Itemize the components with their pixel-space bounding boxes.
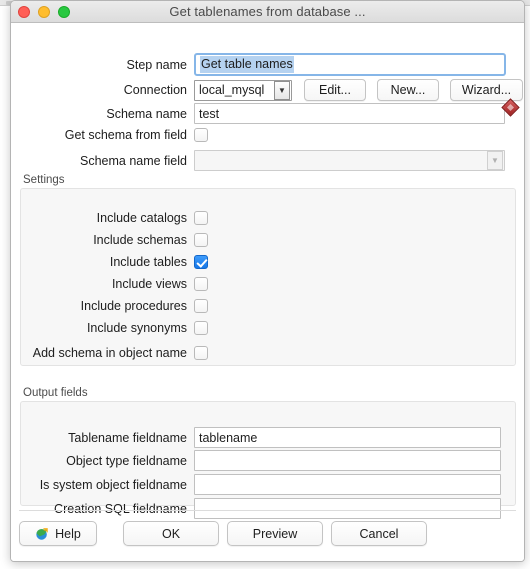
object-type-fieldname-input[interactable] — [194, 450, 501, 471]
footer-button-bar: Help OK Preview Cancel — [11, 521, 524, 561]
tablename-fieldname-value: tablename — [199, 430, 258, 445]
step-name-row: Step name Get table names — [11, 53, 506, 76]
include-views-checkbox[interactable] — [194, 277, 208, 291]
creation-sql-fieldname-input[interactable] — [194, 498, 501, 519]
settings-group-title: Settings — [23, 174, 65, 186]
dialog-window: Get tablenames from database ... Step na… — [10, 0, 525, 562]
screen: Get tablenames from database ... Step na… — [0, 0, 530, 569]
help-button[interactable]: Help — [19, 521, 97, 546]
output-row-is-system-object: Is system object fieldname — [11, 474, 501, 495]
step-name-value: Get table names — [200, 56, 294, 73]
ok-button[interactable]: OK — [123, 521, 219, 546]
include-synonyms-checkbox[interactable] — [194, 321, 208, 335]
schema-name-label: Schema name — [106, 106, 187, 121]
schema-name-field-row: Schema name field ▼ — [11, 150, 505, 171]
connection-value: local_mysql — [199, 83, 265, 97]
get-schema-from-field-label: Get schema from field — [64, 128, 187, 142]
window-title: Get tablenames from database ... — [169, 4, 366, 19]
include-procedures-checkbox[interactable] — [194, 299, 208, 313]
help-button-label: Help — [55, 526, 81, 541]
tablename-fieldname-input[interactable]: tablename — [194, 427, 501, 448]
get-schema-from-field-row: Get schema from field — [11, 128, 208, 142]
footer-divider — [19, 510, 516, 511]
step-name-input[interactable]: Get table names — [194, 53, 506, 76]
creation-sql-fieldname-label: Creation SQL fieldname — [54, 501, 187, 516]
settings-row-add-schema-in-object-name: Add schema in object name — [11, 346, 208, 360]
get-schema-from-field-checkbox[interactable] — [194, 128, 208, 142]
connection-label: Connection — [123, 83, 187, 97]
settings-row-include-catalogs: Include catalogs — [11, 211, 208, 225]
include-views-label: Include views — [111, 277, 187, 291]
connection-dropdown[interactable]: local_mysql ▼ — [194, 79, 292, 101]
schema-name-field-label: Schema name field — [79, 153, 187, 168]
dialog-body: Step name Get table names Connection loc… — [11, 23, 524, 561]
schema-name-row: Schema name test — [11, 103, 505, 124]
include-tables-checkbox[interactable] — [194, 255, 208, 269]
add-schema-in-object-name-label: Add schema in object name — [32, 346, 187, 360]
is-system-object-fieldname-label: Is system object fieldname — [39, 477, 187, 492]
include-catalogs-checkbox[interactable] — [194, 211, 208, 225]
tablename-fieldname-label: Tablename fieldname — [68, 430, 187, 445]
include-procedures-label: Include procedures — [80, 299, 187, 313]
add-schema-in-object-name-checkbox[interactable] — [194, 346, 208, 360]
connection-row: Connection local_mysql ▼ Edit... New... … — [11, 79, 523, 101]
include-tables-label: Include tables — [109, 255, 187, 269]
cancel-button[interactable]: Cancel — [331, 521, 427, 546]
object-type-fieldname-label: Object type fieldname — [66, 453, 187, 468]
settings-row-include-synonyms: Include synonyms — [11, 321, 208, 335]
schema-name-input[interactable]: test — [194, 103, 505, 124]
edit-button[interactable]: Edit... — [304, 79, 366, 101]
wizard-button[interactable]: Wizard... — [450, 79, 523, 101]
schema-name-value: test — [199, 106, 220, 121]
output-row-creation-sql: Creation SQL fieldname — [11, 498, 501, 519]
settings-row-include-views: Include views — [11, 277, 208, 291]
include-synonyms-label: Include synonyms — [86, 321, 187, 335]
include-catalogs-label: Include catalogs — [96, 211, 187, 225]
titlebar[interactable]: Get tablenames from database ... — [11, 1, 524, 23]
include-schemas-checkbox[interactable] — [194, 233, 208, 247]
new-button[interactable]: New... — [377, 79, 439, 101]
chevron-down-icon[interactable]: ▼ — [487, 151, 503, 170]
output-row-tablename: Tablename fieldname tablename — [11, 427, 501, 448]
is-system-object-fieldname-input[interactable] — [194, 474, 501, 495]
settings-row-include-procedures: Include procedures — [11, 299, 208, 313]
chevron-down-icon[interactable]: ▼ — [274, 80, 290, 100]
schema-name-field-dropdown[interactable]: ▼ — [194, 150, 505, 171]
output-row-object-type: Object type fieldname — [11, 450, 501, 471]
output-fields-group-title: Output fields — [23, 387, 88, 399]
settings-row-include-tables: Include tables — [11, 255, 208, 269]
help-globe-icon — [36, 528, 48, 540]
step-name-label: Step name — [126, 57, 187, 72]
preview-button[interactable]: Preview — [227, 521, 323, 546]
include-schemas-label: Include schemas — [93, 233, 187, 247]
settings-row-include-schemas: Include schemas — [11, 233, 208, 247]
